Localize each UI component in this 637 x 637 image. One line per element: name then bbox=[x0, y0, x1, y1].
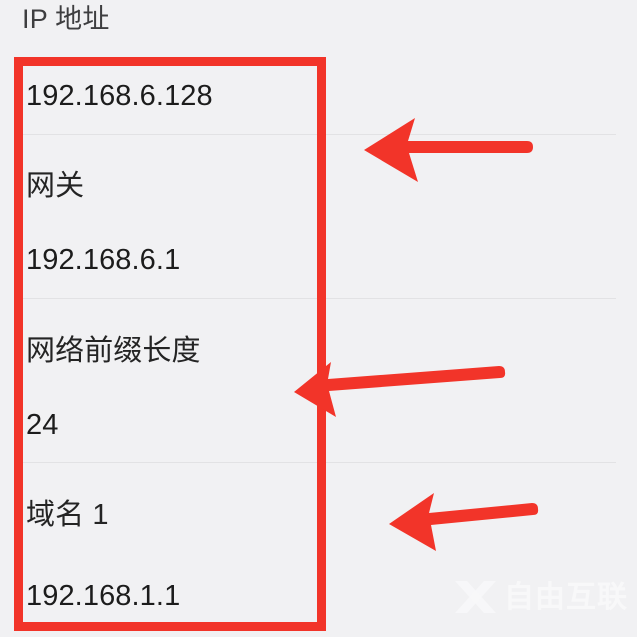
page-title: IP 地址 bbox=[22, 4, 110, 34]
divider-1 bbox=[22, 134, 616, 135]
settings-screen: IP 地址 192.168.6.128 网关 192.168.6.1 网络前缀长… bbox=[0, 0, 637, 637]
divider-2 bbox=[22, 298, 616, 299]
gateway-value-text: 192.168.6.1 bbox=[26, 244, 181, 276]
gateway-label-text: 网关 bbox=[26, 170, 85, 202]
divider-3 bbox=[22, 462, 616, 463]
dns1-value-text: 192.168.1.1 bbox=[26, 580, 181, 612]
dns1-label-text: 域名 1 bbox=[26, 499, 109, 531]
prefix-length-value-text: 24 bbox=[26, 409, 59, 441]
ip-settings-list: IP 地址 192.168.6.128 网关 192.168.6.1 网络前缀长… bbox=[0, 0, 637, 637]
ip-address-value-text: 192.168.6.128 bbox=[26, 80, 213, 112]
prefix-length-label-text: 网络前缀长度 bbox=[26, 335, 201, 367]
